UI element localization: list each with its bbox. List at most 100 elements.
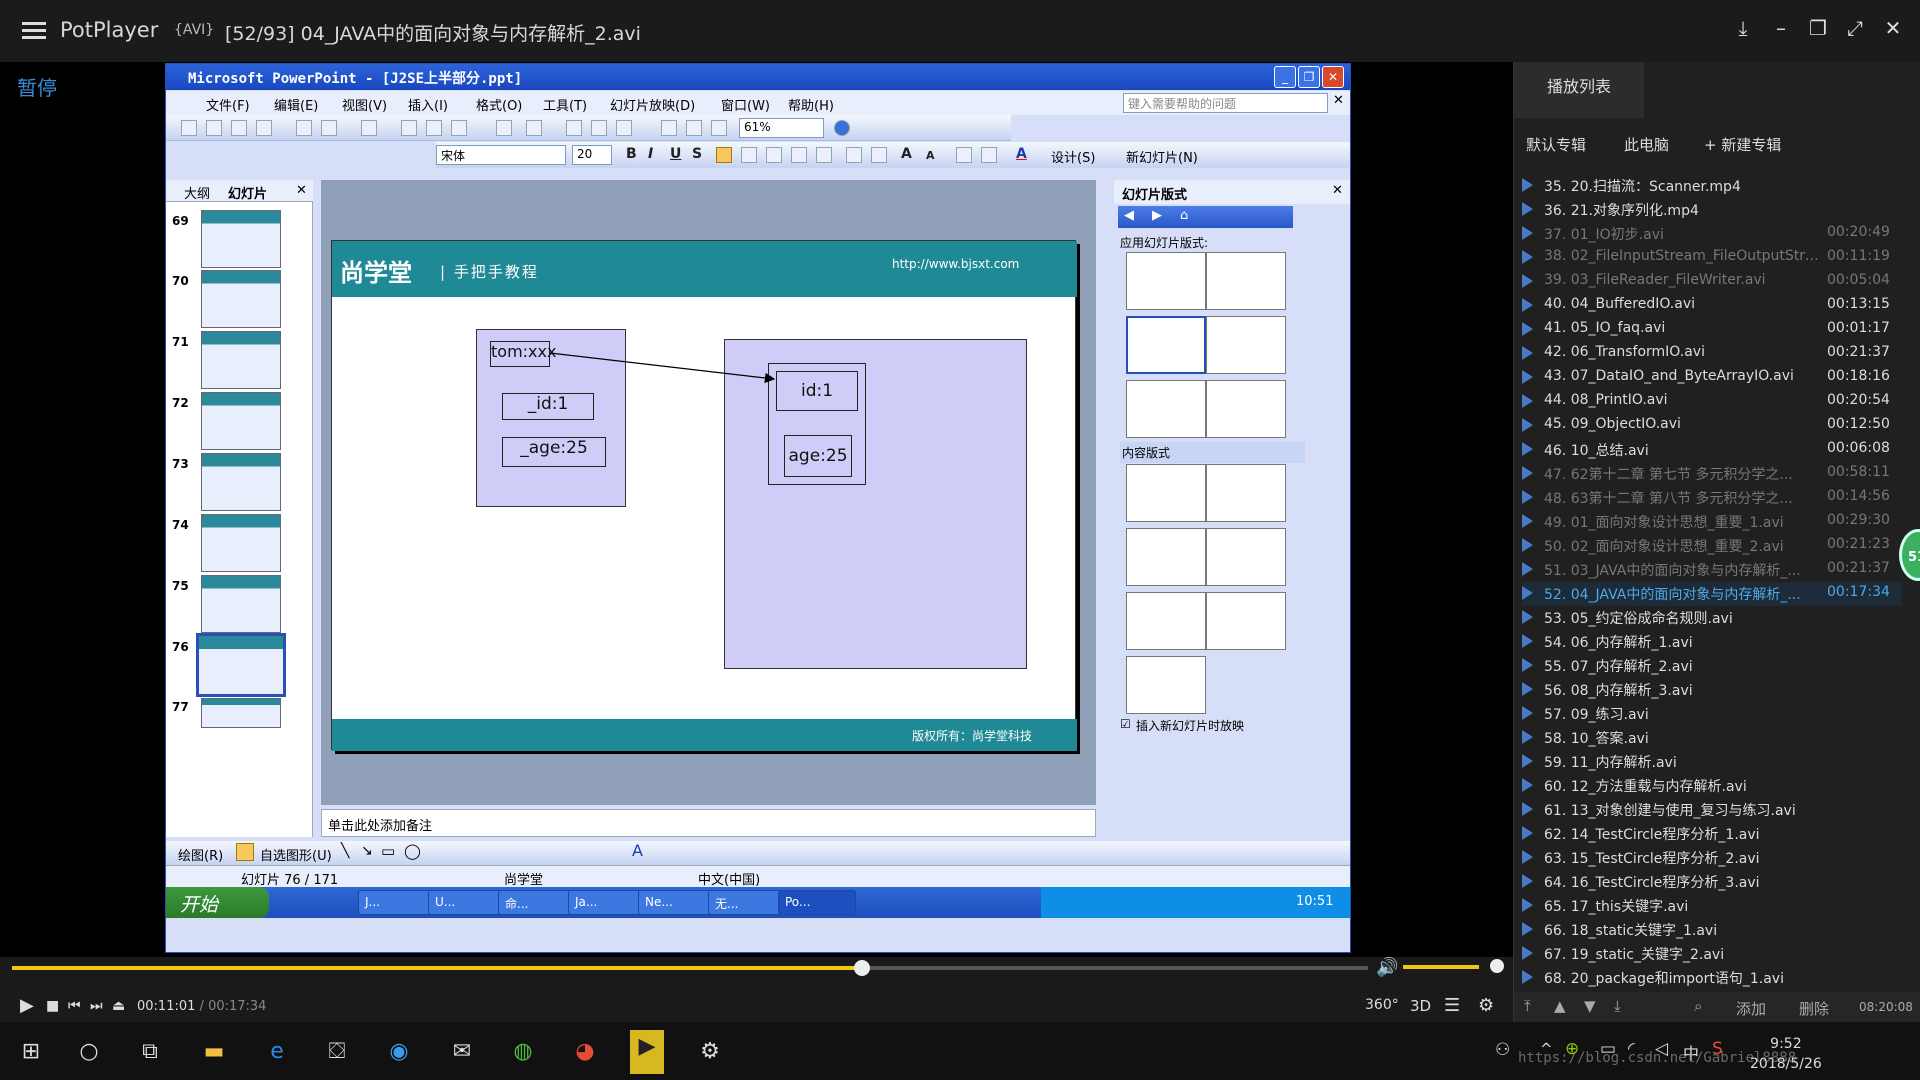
- cut-icon[interactable]: [401, 120, 417, 136]
- potplayer-taskbar-icon[interactable]: ▶: [630, 1030, 664, 1074]
- playlist-item[interactable]: 47. 62第十二章 第七节 多元积分学之... 00:58:11: [1522, 462, 1902, 486]
- 3d-button[interactable]: 3D: [1410, 997, 1431, 1015]
- playlist-item[interactable]: 42. 06_TransformIO.avi 00:21:37: [1522, 342, 1902, 366]
- align-right-icon[interactable]: [766, 147, 782, 163]
- slide-thumbnail[interactable]: [201, 331, 281, 389]
- print-icon[interactable]: [296, 120, 312, 136]
- search-icon[interactable]: ⌕: [1694, 997, 1702, 1015]
- menu-insert[interactable]: 插入(I): [408, 95, 448, 114]
- open-icon[interactable]: [206, 120, 222, 136]
- compass-app-icon[interactable]: ◉: [382, 1035, 416, 1069]
- select-arrow-icon[interactable]: [236, 843, 254, 861]
- xp-task-button[interactable]: Ne...: [638, 890, 716, 915]
- task-pane-close-icon[interactable]: ✕: [1332, 183, 1343, 198]
- bullets-icon[interactable]: [871, 147, 887, 163]
- notes-field[interactable]: 单击此处添加备注: [321, 809, 1096, 837]
- fullscreen-icon[interactable]: ⤢: [1840, 16, 1870, 40]
- xp-task-button[interactable]: U...: [428, 890, 506, 915]
- align-left-icon[interactable]: [716, 147, 732, 163]
- ppt-close-icon[interactable]: ✕: [1322, 66, 1344, 88]
- slide-thumbnail[interactable]: [201, 514, 281, 572]
- minimize-icon[interactable]: –: [1766, 16, 1796, 40]
- playlist-item[interactable]: 54. 06_内存解析_1.avi: [1522, 630, 1902, 654]
- playlist-item[interactable]: 50. 02_面向对象设计思想_重要_2.avi 00:21:23: [1522, 534, 1902, 558]
- windows-start-icon[interactable]: ⊞: [14, 1035, 48, 1069]
- playlist-item[interactable]: 48. 63第十二章 第八节 多元积分学之... 00:14:56: [1522, 486, 1902, 510]
- layout-title[interactable]: [1206, 252, 1286, 310]
- playlist-item[interactable]: 35. 20.扫描流：Scanner.mp4: [1522, 174, 1902, 198]
- layout-title-text[interactable]: [1126, 316, 1206, 374]
- new-icon[interactable]: [181, 120, 197, 136]
- playlist-item[interactable]: 46. 10_总结.avi 00:06:08: [1522, 438, 1902, 462]
- layout-four-content[interactable]: [1126, 592, 1206, 650]
- playlist-item[interactable]: 57. 09_练习.avi: [1522, 702, 1902, 726]
- chart-icon[interactable]: [566, 120, 582, 136]
- forward-icon[interactable]: ▶: [1152, 208, 1162, 223]
- playlist-item-active[interactable]: 52. 04_JAVA中的面向对象与内存解析_... 00:17:34: [1522, 582, 1902, 606]
- delete-button[interactable]: 删除: [1799, 998, 1829, 1019]
- arrow-icon[interactable]: ↘: [361, 843, 373, 859]
- help-search-input[interactable]: 键入需要帮助的问题: [1123, 93, 1328, 113]
- playlist-item[interactable]: 62. 14_TestCircle程序分析_1.avi: [1522, 822, 1902, 846]
- font-size-select[interactable]: 20: [572, 145, 612, 165]
- playlist-item[interactable]: 56. 08_内存解析_3.avi: [1522, 678, 1902, 702]
- shadow-button[interactable]: S: [692, 146, 702, 162]
- autoshapes-menu[interactable]: 自选图形(U): [260, 845, 332, 864]
- xp-task-button[interactable]: J...: [358, 890, 436, 915]
- mail-icon[interactable]: ✉: [445, 1035, 479, 1069]
- 360-button[interactable]: 360°: [1365, 997, 1399, 1013]
- grow-font-button[interactable]: A: [901, 146, 912, 162]
- copy-icon[interactable]: [426, 120, 442, 136]
- restore-icon[interactable]: ❐: [1803, 16, 1833, 40]
- playlist-item[interactable]: 40. 04_BufferedIO.avi 00:13:15: [1522, 294, 1902, 318]
- playlist-item[interactable]: 68. 20_package和import语句_1.avi: [1522, 966, 1902, 989]
- next-icon[interactable]: ⏭: [90, 998, 103, 1014]
- people-icon[interactable]: ⚇: [1495, 1040, 1510, 1060]
- add-button[interactable]: 添加: [1736, 998, 1766, 1019]
- move-up-icon[interactable]: ▲: [1554, 997, 1566, 1015]
- playlist-item[interactable]: 63. 15_TestCircle程序分析_2.avi: [1522, 846, 1902, 870]
- permission-icon[interactable]: [256, 120, 272, 136]
- playlist-item[interactable]: 55. 07_内存解析_2.avi: [1522, 654, 1902, 678]
- menu-file[interactable]: 文件(F): [206, 95, 250, 114]
- play-icon[interactable]: ▶: [20, 995, 34, 1016]
- store-icon[interactable]: ⛋: [320, 1035, 354, 1069]
- zoom-select[interactable]: 61%: [739, 118, 824, 138]
- redo-icon[interactable]: [526, 120, 542, 136]
- volume-handle[interactable]: [1490, 959, 1504, 973]
- tab-slides[interactable]: 幻灯片: [228, 183, 267, 202]
- volume-bar[interactable]: [1403, 965, 1479, 969]
- playlist-toggle-icon[interactable]: ☰: [1444, 995, 1460, 1016]
- xp-task-button[interactable]: Ja...: [568, 890, 646, 915]
- layout-content[interactable]: [1206, 464, 1286, 522]
- menu-view[interactable]: 视图(V): [342, 95, 387, 114]
- rectangle-icon[interactable]: ▭: [381, 842, 395, 860]
- stop-icon[interactable]: ■: [46, 998, 59, 1014]
- playlist-item[interactable]: 43. 07_DataIO_and_ByteArrayIO.avi 00:18:1…: [1522, 366, 1902, 390]
- menu-slideshow[interactable]: 幻灯片放映(D): [610, 95, 695, 114]
- playlist-item[interactable]: 49. 01_面向对象设计思想_重要_1.avi 00:29:30: [1522, 510, 1902, 534]
- xp-task-button-active[interactable]: Po...: [778, 890, 856, 915]
- close-icon[interactable]: ✕: [1878, 16, 1908, 40]
- italic-button[interactable]: I: [648, 146, 653, 162]
- task-view-icon[interactable]: ⧉: [133, 1035, 167, 1069]
- increase-indent-icon[interactable]: [981, 147, 997, 163]
- move-bottom-icon[interactable]: ⤓: [1614, 997, 1621, 1015]
- move-down-icon[interactable]: ▼: [1584, 997, 1596, 1015]
- color-grayscale-icon[interactable]: [711, 120, 727, 136]
- playlist-item[interactable]: 66. 18_static关键字_1.avi: [1522, 918, 1902, 942]
- slide-thumbnail[interactable]: [201, 453, 281, 511]
- menu-close-icon[interactable]: ✕: [1333, 93, 1344, 108]
- numbering-icon[interactable]: [846, 147, 862, 163]
- underline-button[interactable]: U: [670, 146, 681, 162]
- layout-two-columns[interactable]: [1206, 316, 1286, 374]
- slide-thumbnail[interactable]: [201, 210, 281, 268]
- menu-help[interactable]: 帮助(H): [788, 95, 834, 114]
- shrink-font-button[interactable]: A: [926, 149, 935, 162]
- playlist-item[interactable]: 60. 12_方法重载与内存解析.avi: [1522, 774, 1902, 798]
- expand-all-icon[interactable]: [661, 120, 677, 136]
- playlist-item[interactable]: 36. 21.对象序列化.mp4: [1522, 198, 1902, 222]
- playlist-tab[interactable]: 播放列表: [1514, 62, 1644, 118]
- playlist-item[interactable]: 39. 03_FileReader_FileWriter.avi 00:05:04: [1522, 270, 1902, 294]
- font-color-button[interactable]: A: [1016, 146, 1027, 162]
